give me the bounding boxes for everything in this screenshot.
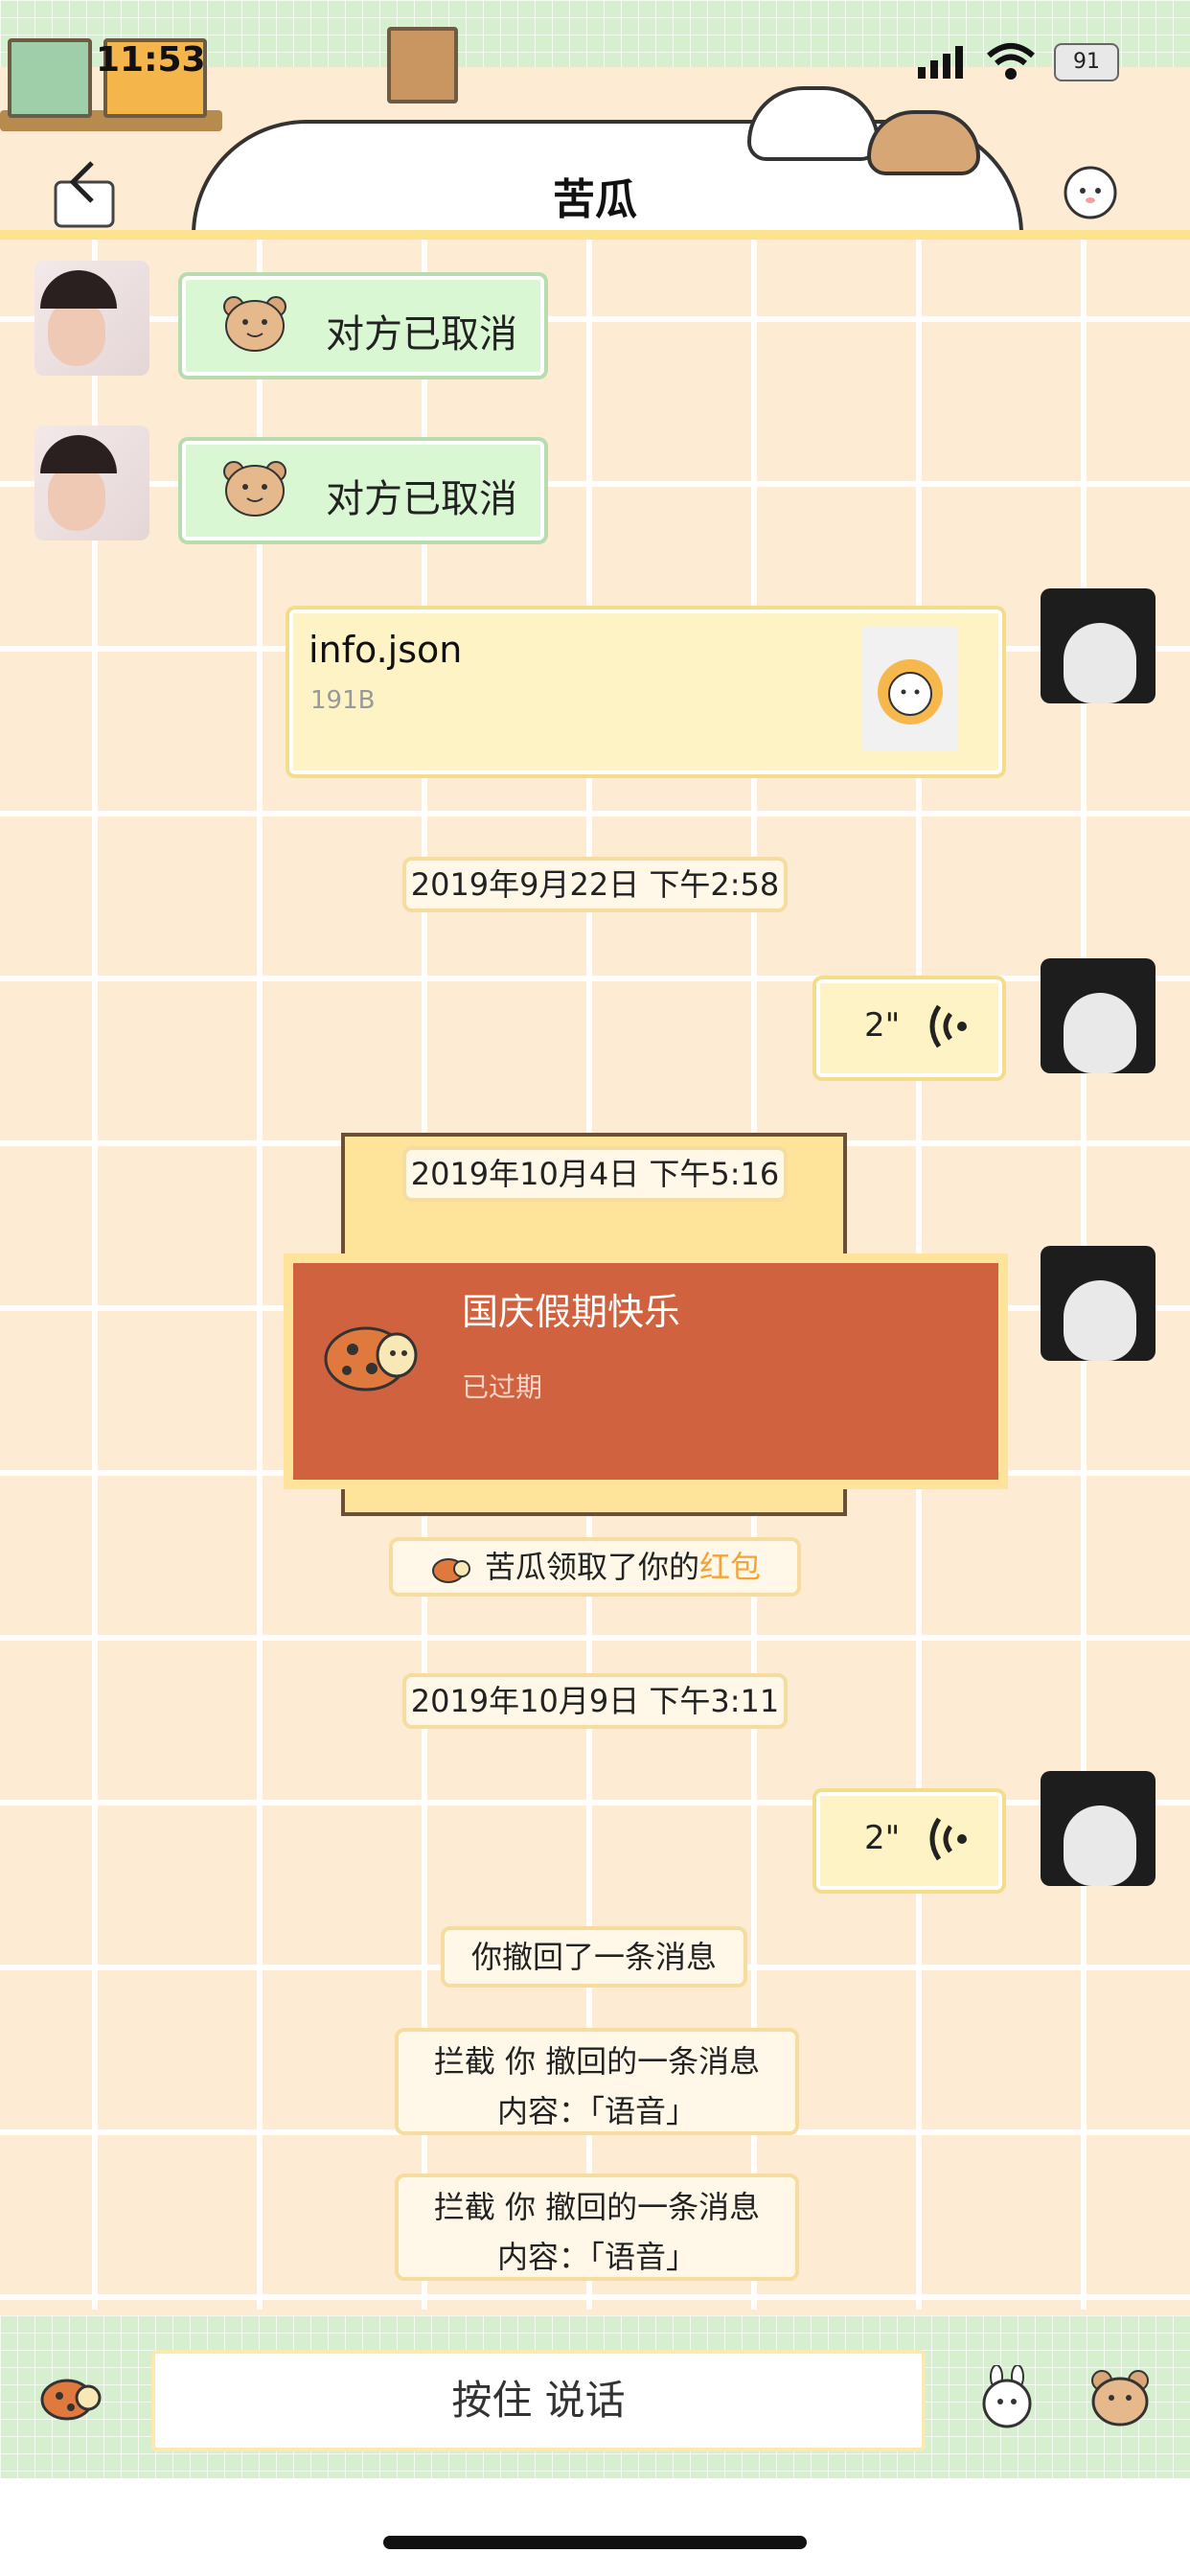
bear-face-icon [223, 461, 286, 517]
my-avatar[interactable] [1041, 1246, 1156, 1361]
timestamp: 2019年9月22日 下午2:58 [402, 857, 788, 912]
avatar-hair [40, 435, 117, 473]
file-name: info.json [309, 629, 463, 671]
ladybug-voice-toggle-icon[interactable] [38, 2371, 102, 2425]
intercept-line1: 拦截 你 撤回的一条消息 [433, 2043, 761, 2080]
notice-text: 苦瓜领取了你的 [484, 1549, 699, 1585]
signal-icon [918, 46, 963, 79]
wifi-icon [987, 43, 1035, 80]
ladybug-icon [324, 1326, 418, 1392]
voice-message-bubble[interactable]: 2" [816, 979, 1002, 1077]
my-avatar[interactable] [1041, 1771, 1156, 1886]
voice-wave-icon [929, 1004, 967, 1048]
contact-avatar[interactable] [34, 426, 149, 540]
hanging-frame-icon [387, 27, 458, 104]
file-icon [862, 627, 958, 751]
intercept-notice: 拦截 你 撤回的一条消息 内容：「语音」 [395, 2028, 799, 2135]
my-avatar[interactable] [1041, 958, 1156, 1073]
file-size: 191B [310, 686, 376, 715]
avatar-face [48, 464, 105, 531]
timestamp: 2019年10月9日 下午3:11 [402, 1673, 788, 1729]
intercept-line2: 内容：「语音」 [496, 2093, 697, 2129]
picture-frame-icon [8, 38, 92, 118]
red-packet-bubble[interactable]: 国庆假期快乐 已过期 [284, 1254, 1008, 1489]
top-area: 11:53 91 苦瓜 [0, 0, 1190, 240]
voice-duration: 2" [864, 1006, 901, 1045]
home-indicator[interactable] [383, 2536, 807, 2549]
avatar-face [48, 299, 105, 366]
recalled-notice[interactable]: 你撤回了一条消息 [441, 1926, 747, 1988]
bunny-flower-icon [878, 659, 943, 724]
red-packet-status: 已过期 [462, 1371, 543, 1403]
avatar-face [1064, 623, 1136, 703]
bunny-decoration [747, 86, 880, 161]
avatar-face [1064, 1806, 1136, 1886]
back-arrow-icon[interactable] [46, 153, 132, 230]
bunny-avatar-icon[interactable] [1060, 158, 1121, 219]
red-packet-title: 国庆假期快乐 [462, 1291, 681, 1333]
call-canceled-bubble[interactable]: 对方已取消 [182, 276, 544, 376]
intercept-notice: 拦截 你 撤回的一条消息 内容：「语音」 [395, 2174, 799, 2281]
intercept-line1: 拦截 你 撤回的一条消息 [433, 2189, 761, 2225]
voice-message-bubble[interactable]: 2" [816, 1792, 1002, 1890]
voice-wave-icon [929, 1817, 967, 1861]
hold-to-talk-button[interactable]: 按住 说话 [151, 2350, 926, 2451]
my-avatar[interactable] [1041, 588, 1156, 703]
call-status-text: 对方已取消 [326, 477, 517, 521]
call-canceled-bubble[interactable]: 对方已取消 [182, 441, 544, 540]
bear-face-icon [223, 296, 286, 352]
ladybug-icon [431, 1558, 470, 1583]
battery-indicator: 91 [1054, 43, 1119, 81]
timestamp: 2019年10月4日 下午5:16 [402, 1146, 788, 1202]
avatar-face [1064, 993, 1136, 1073]
contact-avatar[interactable] [34, 261, 149, 376]
intercept-line2: 内容：「语音」 [496, 2239, 697, 2275]
voice-duration: 2" [864, 1819, 901, 1857]
call-status-text: 对方已取消 [326, 312, 517, 356]
status-time: 11:53 [96, 40, 206, 80]
avatar-hair [40, 270, 117, 309]
bunny-emoji-icon[interactable] [975, 2365, 1039, 2428]
bear-more-icon[interactable] [1088, 2367, 1152, 2426]
home-area [0, 2478, 1190, 2576]
header-divider [0, 230, 1190, 240]
file-message-bubble[interactable]: info.json 191B [289, 610, 1002, 774]
chat-title: 苦瓜 [553, 175, 637, 224]
avatar-face [1064, 1280, 1136, 1361]
system-notice: 苦瓜领取了你的红包 [389, 1537, 801, 1597]
notice-highlight[interactable]: 红包 [699, 1549, 761, 1585]
